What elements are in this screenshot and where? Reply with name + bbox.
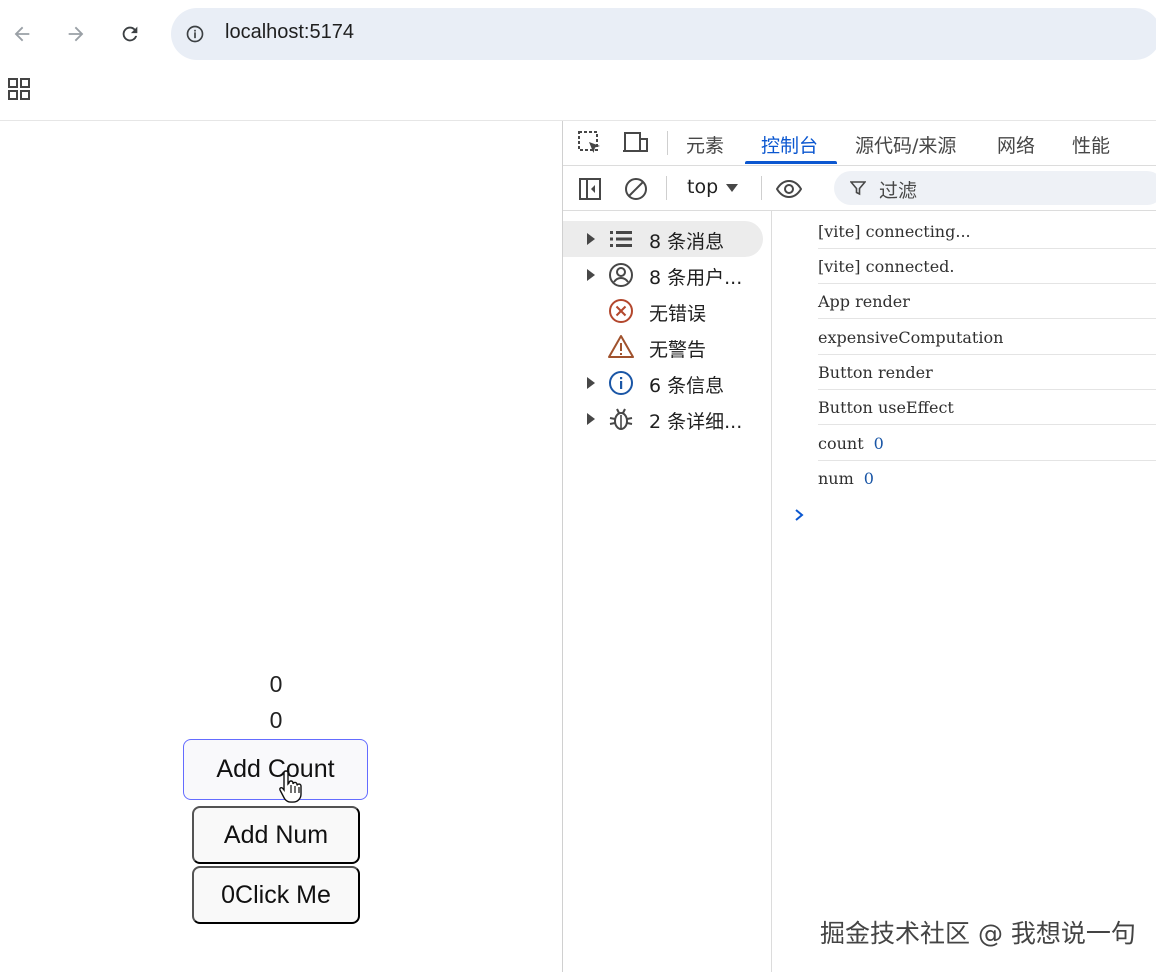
tab-performance[interactable]: 性能 xyxy=(1072,131,1110,158)
error-icon xyxy=(609,299,633,323)
caret-down-icon xyxy=(726,183,739,192)
reload-icon xyxy=(122,26,138,42)
sidebar-item-errors[interactable]: 无错误 xyxy=(563,293,763,329)
reload-button[interactable] xyxy=(114,18,146,50)
tab-console[interactable]: 控制台 xyxy=(761,131,818,158)
sidebar-item-label: 8 条消息 xyxy=(649,231,725,253)
context-selector[interactable]: top xyxy=(687,176,739,198)
filter-placeholder: 过滤 xyxy=(879,180,918,202)
apps-grid-icon[interactable] xyxy=(8,78,30,100)
sidebar-item-label: 2 条详细... xyxy=(649,411,743,433)
list-icon xyxy=(610,231,632,247)
expand-arrow-icon[interactable] xyxy=(587,377,595,389)
user-icon xyxy=(609,263,633,287)
back-button[interactable] xyxy=(6,18,38,50)
sidebar-item-messages[interactable]: 8 条消息 xyxy=(563,221,763,257)
inspect-element-icon[interactable] xyxy=(577,130,603,156)
tab-sources[interactable]: 源代码/来源 xyxy=(855,131,956,158)
hand-cursor-icon xyxy=(279,770,302,803)
filter-input[interactable]: 过滤 xyxy=(834,171,1156,205)
console-sidebar: 8 条消息 8 条用户... 无错误 无警告 6 条信息 2 条详细... xyxy=(563,211,772,972)
toolbar-divider xyxy=(666,176,667,200)
sidebar-item-label: 6 条信息 xyxy=(649,375,725,397)
console-message[interactable]: num 0 xyxy=(818,461,1156,496)
message-text: [vite] connecting... xyxy=(818,222,971,241)
browser-toolbar: localhost:5174 xyxy=(0,0,1156,68)
url-text[interactable]: localhost:5174 xyxy=(225,21,354,44)
console-message[interactable]: [vite] connected. xyxy=(818,249,1156,284)
message-text: num xyxy=(818,469,854,488)
message-text: Button render xyxy=(818,363,933,382)
message-text: [vite] connected. xyxy=(818,257,955,276)
tab-network[interactable]: 网络 xyxy=(997,131,1035,158)
sidebar-item-warnings[interactable]: 无警告 xyxy=(563,329,763,365)
bug-icon xyxy=(609,408,633,430)
sidebar-item-verbose[interactable]: 2 条详细... xyxy=(563,401,763,437)
expand-arrow-icon[interactable] xyxy=(587,269,595,281)
sidebar-item-label: 无警告 xyxy=(649,339,707,361)
message-value: 0 xyxy=(863,469,874,488)
sidebar-item-label: 8 条用户... xyxy=(649,267,743,289)
clear-console-icon[interactable] xyxy=(623,176,649,202)
sidebar-item-info[interactable]: 6 条信息 xyxy=(563,365,763,401)
console-toolbar: top 过滤 xyxy=(563,166,1156,211)
devtools-panel: 元素 控制台 源代码/来源 网络 性能 top 过滤 8 条消息 8 条用户..… xyxy=(562,121,1156,972)
console-message[interactable]: expensiveComputation xyxy=(818,320,1156,355)
site-info-icon[interactable] xyxy=(185,24,205,44)
expand-arrow-icon[interactable] xyxy=(587,413,595,425)
message-text: App render xyxy=(818,292,910,311)
toolbar-divider xyxy=(761,176,762,200)
watermark: 掘金技术社区 @ 我想说一句 xyxy=(820,919,1136,948)
sidebar-item-label: 无错误 xyxy=(649,303,707,325)
tab-divider xyxy=(667,131,668,155)
console-message[interactable]: [vite] connecting... xyxy=(818,214,1156,249)
eye-icon[interactable] xyxy=(776,176,802,202)
message-text: Button useEffect xyxy=(818,398,954,417)
click-me-button[interactable]: 0Click Me xyxy=(192,866,360,924)
expand-arrow-icon[interactable] xyxy=(587,233,595,245)
forward-button[interactable] xyxy=(60,18,92,50)
console-message[interactable]: Button render xyxy=(818,355,1156,390)
tab-elements[interactable]: 元素 xyxy=(686,131,724,158)
message-text: expensiveComputation xyxy=(818,328,1004,347)
context-label: top xyxy=(687,176,719,198)
sidebar-item-user-messages[interactable]: 8 条用户... xyxy=(563,257,763,293)
message-text: count xyxy=(818,434,864,453)
devtools-tab-bar: 元素 控制台 源代码/来源 网络 性能 xyxy=(563,121,1156,166)
bookmarks-bar xyxy=(0,68,1156,121)
add-count-button[interactable]: Add Count xyxy=(183,739,368,800)
device-toolbar-icon[interactable] xyxy=(623,130,649,156)
arrow-left-icon xyxy=(14,26,30,42)
message-value: 0 xyxy=(873,434,884,453)
console-message[interactable]: count 0 xyxy=(818,426,1156,461)
arrow-right-icon xyxy=(68,26,84,42)
console-prompt-icon[interactable] xyxy=(792,508,806,522)
address-bar[interactable]: localhost:5174 xyxy=(171,8,1156,60)
num-value: 0 xyxy=(269,707,283,733)
page-viewport: 0 0 Add Count Add Num 0Click Me xyxy=(0,121,562,972)
add-num-button[interactable]: Add Num xyxy=(192,806,360,864)
console-output: [vite] connecting... [vite] connected. A… xyxy=(772,211,1156,972)
count-value: 0 xyxy=(269,671,283,697)
warning-icon xyxy=(608,335,634,358)
console-message[interactable]: App render xyxy=(818,284,1156,319)
info-icon xyxy=(609,371,633,395)
active-tab-indicator xyxy=(745,161,837,164)
sidebar-toggle-icon[interactable] xyxy=(577,176,603,202)
filter-icon xyxy=(850,181,866,196)
console-message[interactable]: Button useEffect xyxy=(818,390,1156,425)
